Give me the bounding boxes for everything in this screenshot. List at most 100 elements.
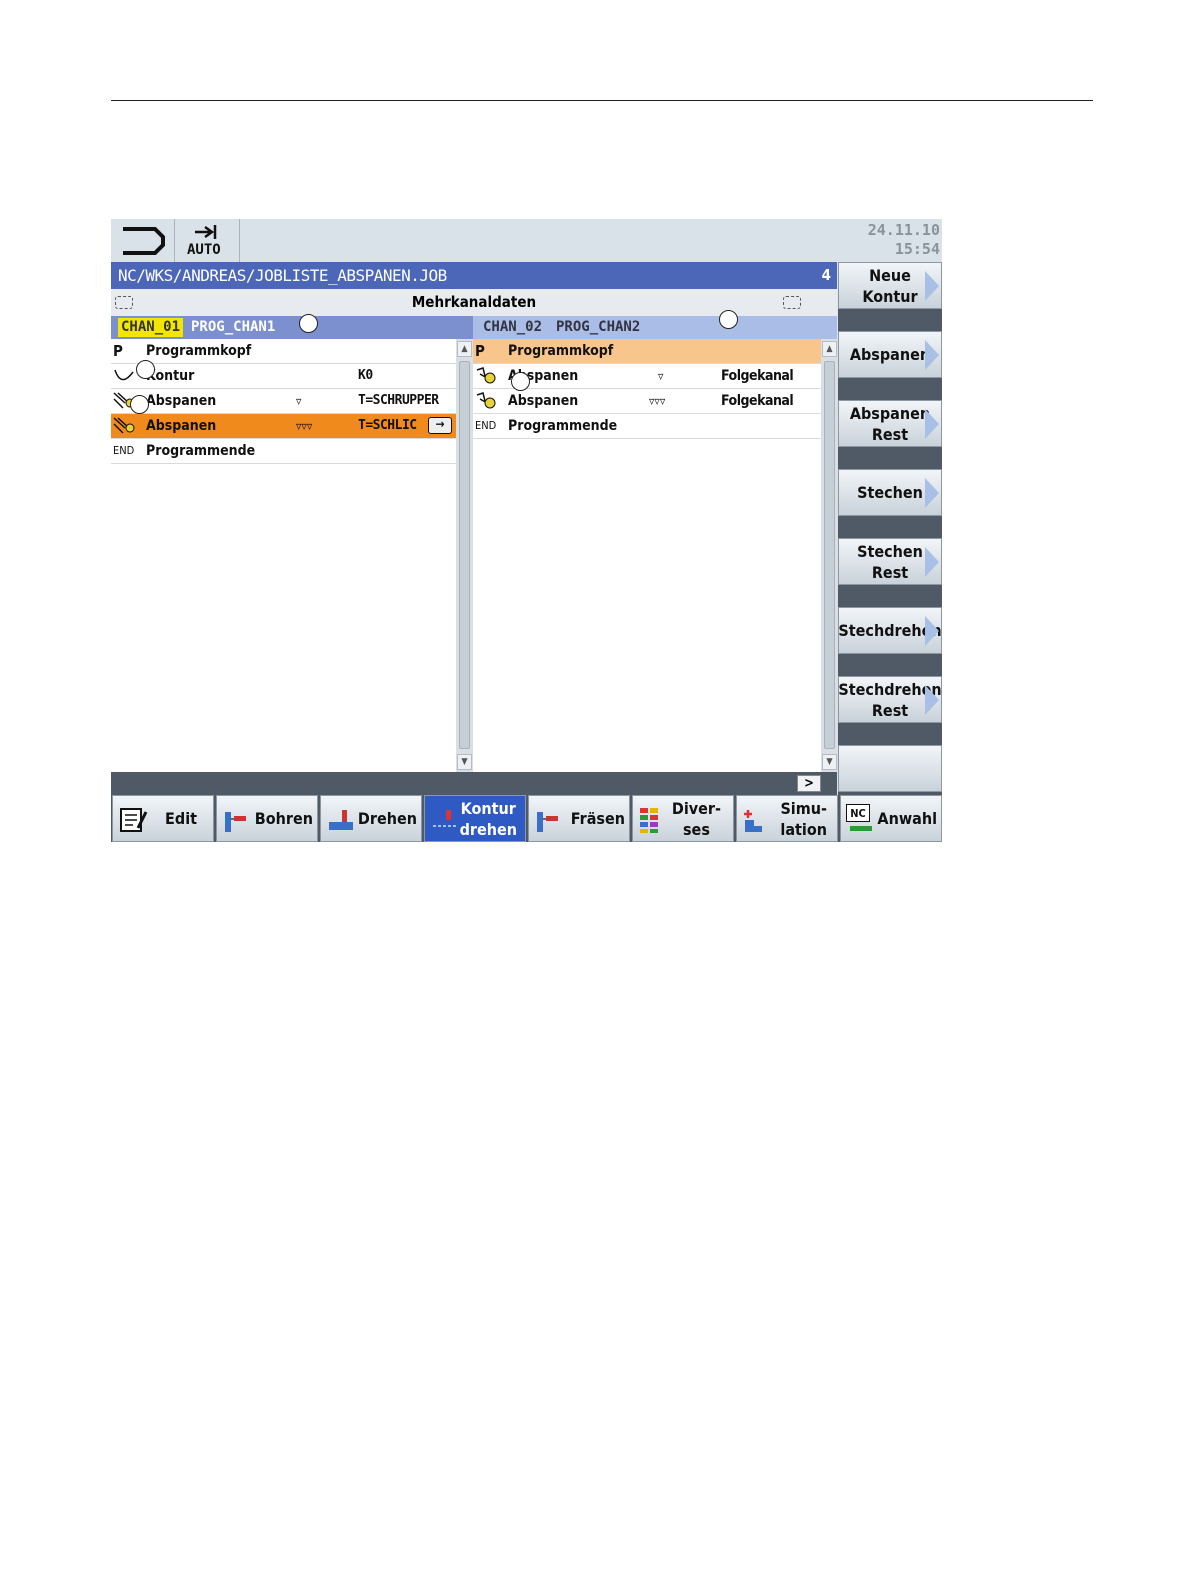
channel-link-icon[interactable]: →	[428, 417, 452, 434]
channel-count: 4	[821, 266, 831, 284]
channel-1-program: PROG_CHAN1	[191, 319, 276, 335]
list-item-follow-channel: Folgekanal	[721, 368, 794, 384]
list-item[interactable]: END Programmende	[473, 414, 821, 439]
simulation-icon	[744, 810, 762, 832]
list-item-label: Abspanen	[508, 393, 579, 409]
list-item-highlighted[interactable]: P Programmkopf	[473, 339, 821, 364]
list-item[interactable]: END Programmende	[111, 439, 456, 464]
softkey-label: Drehen	[357, 809, 417, 828]
program-header-icon: P	[113, 342, 123, 360]
softkey-label: Edit	[165, 809, 197, 828]
vertical-softkey-bar: Neue Kontur Abspanen Abspanen Rest Stechen…	[838, 262, 942, 795]
softkey-label: Fräsen	[570, 809, 625, 828]
more-softkeys-button[interactable]: >	[797, 775, 821, 792]
contour-icon	[113, 366, 137, 386]
list-item-label: Programmende	[508, 418, 618, 434]
softkey-simulation[interactable]: Simu-lation	[736, 795, 838, 842]
softkey-stechdrehen[interactable]: Stechdrehen	[838, 607, 942, 654]
softkey-stechdrehen-rest[interactable]: Stechdrehen Rest	[838, 676, 942, 723]
nc-icon-label: NC	[846, 804, 870, 822]
softkey-stechen[interactable]: Stechen	[838, 469, 942, 516]
horizontal-softkey-bar: Edit Bohren Drehen Kontur drehen Fräsen D…	[111, 795, 942, 842]
channel-1-step-list: P Programmkopf Kontur K0 Abspanen ▿ T=SC…	[111, 339, 456, 772]
softkey-label: Abspanen	[849, 403, 931, 423]
softkey-label: Bohren	[254, 809, 313, 828]
program-header-icon: P	[475, 342, 485, 360]
list-item-label: Abspanen	[146, 418, 217, 434]
softkey-label: Rest	[871, 424, 909, 444]
scroll-up-icon[interactable]: ▲	[457, 341, 472, 357]
softkey-abspanen[interactable]: Abspanen	[838, 331, 942, 378]
list-item[interactable]: Abspanen ▿▿▿ Folgekanal	[473, 389, 821, 414]
list-item[interactable]: P Programmkopf	[111, 339, 456, 364]
list-item-label: Programmkopf	[508, 343, 614, 359]
softkey-label: Kontur	[862, 286, 918, 306]
softkey-anwahl[interactable]: NC Anwahl	[840, 795, 942, 842]
softkey-label: Diver-	[671, 798, 721, 818]
arrow-right-icon	[925, 271, 939, 301]
softkey-drehen[interactable]: Drehen	[320, 795, 422, 842]
multichannel-right-icon	[783, 296, 801, 309]
softkey-label: Simu-	[780, 798, 827, 818]
stock-removal-icon	[475, 366, 499, 386]
softkey-bohren[interactable]: Bohren	[216, 795, 318, 842]
channel-1-scrollbar[interactable]: ▲ ▼	[456, 339, 473, 772]
callout-marker	[130, 395, 149, 414]
list-item-selected[interactable]: Abspanen ▿▿▿ T=SCHLIC →	[111, 414, 456, 439]
softkey-edit[interactable]: Edit	[112, 795, 214, 842]
list-item-tool: T=SCHLIC	[358, 418, 417, 433]
softkey-kontur-drehen[interactable]: Kontur drehen	[424, 795, 526, 842]
softkey-stechen-rest[interactable]: Stechen Rest	[838, 538, 942, 585]
list-item[interactable]: Kontur K0	[111, 364, 456, 389]
arrow-right-icon	[925, 340, 939, 370]
program-end-icon: END	[113, 444, 135, 457]
channel-2-scrollbar[interactable]: ▲ ▼	[821, 339, 838, 772]
softkey-neue-kontur[interactable]: Neue Kontur	[838, 262, 942, 309]
scroll-thumb[interactable]	[459, 361, 470, 749]
softkey-abspanen-rest[interactable]: Abspanen Rest	[838, 400, 942, 447]
callout-marker	[299, 314, 318, 333]
top-bar: AUTO 24.11.10 15:54	[111, 219, 942, 262]
callout-marker	[511, 372, 530, 391]
list-item-label: Programmkopf	[146, 343, 252, 359]
auto-mode-icon[interactable]: AUTO	[175, 219, 240, 262]
softkey-label: Stechen	[857, 483, 923, 502]
page-top-rule	[111, 100, 1093, 101]
list-item-label: Abspanen	[146, 393, 217, 409]
softkey-diverses[interactable]: Diver-ses	[632, 795, 734, 842]
status-bar	[111, 772, 837, 795]
nc-icon-arrow	[850, 826, 872, 831]
scroll-thumb[interactable]	[824, 361, 835, 749]
softkey-label: ses	[682, 819, 710, 839]
machine-area-icon[interactable]	[111, 219, 175, 262]
misc-icon	[640, 808, 658, 833]
scroll-down-icon[interactable]: ▼	[457, 754, 472, 770]
softkey-label: lation	[780, 819, 827, 839]
softkey-label: Kontur	[460, 798, 516, 818]
nc-select-icon: NC	[846, 804, 876, 834]
date-time: 24.11.10 15:54	[868, 221, 940, 259]
list-item[interactable]: Abspanen ▿ T=SCHRUPPER	[111, 389, 456, 414]
list-item-quality: ▿▿▿	[296, 419, 313, 433]
list-item-quality: ▿▿▿	[649, 394, 666, 408]
program-path: NC/WKS/ANDREAS/JOBLISTE_ABSPANEN.JOB	[118, 266, 447, 285]
drill-icon	[225, 812, 246, 832]
list-item-quality: ▿	[658, 369, 664, 383]
scroll-up-icon[interactable]: ▲	[822, 341, 837, 357]
date: 24.11.10	[867, 221, 940, 239]
callout-marker	[136, 360, 155, 379]
callout-marker	[719, 310, 738, 329]
list-item-value: K0	[358, 368, 373, 383]
turning-icon	[329, 810, 353, 830]
channel-1-name[interactable]: CHAN_01	[118, 318, 184, 337]
softkey-empty[interactable]	[838, 745, 942, 792]
list-item-follow-channel: Folgekanal	[721, 393, 794, 409]
softkey-label: Stechen	[857, 541, 923, 561]
softkey-label: Neue	[869, 265, 911, 285]
softkey-fraesen[interactable]: Fräsen	[528, 795, 630, 842]
milling-icon	[537, 812, 558, 832]
arrow-right-icon	[925, 616, 939, 646]
stock-removal-icon	[113, 416, 137, 436]
mode-label: AUTO	[187, 242, 221, 258]
scroll-down-icon[interactable]: ▼	[822, 754, 837, 770]
